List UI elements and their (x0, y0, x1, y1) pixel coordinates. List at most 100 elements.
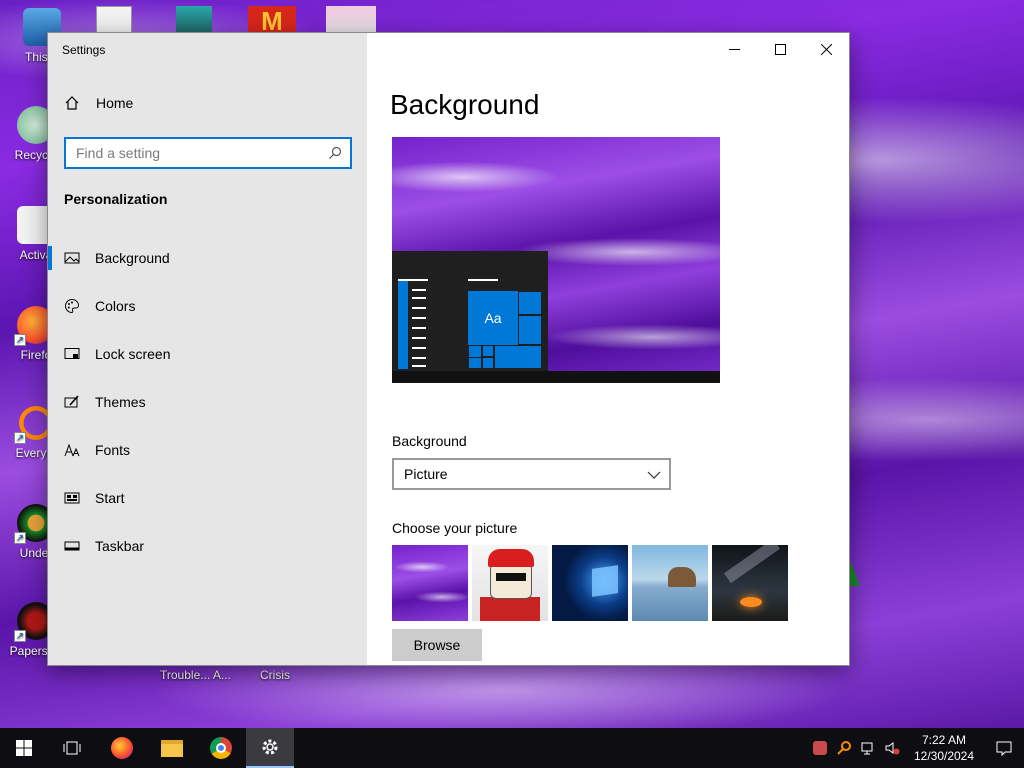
preview-line (412, 327, 426, 329)
sidebar: Settings Home Personalization Background (48, 33, 367, 665)
system-tray: 7:22 AM 12/30/2024 (808, 728, 1024, 768)
sidebar-item-background[interactable]: Background (48, 234, 367, 282)
search-box[interactable] (64, 137, 352, 169)
sidebar-item-colors[interactable]: Colors (48, 282, 367, 330)
home-label: Home (96, 95, 134, 111)
desktop-icon-character[interactable] (176, 6, 212, 36)
sidebar-item-label: Background (95, 250, 170, 266)
sidebar-item-lock-screen[interactable]: Lock screen (48, 330, 367, 378)
thumbnail-detail (668, 567, 696, 587)
preview-tile (468, 357, 482, 369)
sidebar-item-label: Themes (95, 394, 146, 410)
volume-muted-icon[interactable] (880, 728, 904, 768)
preview-rail (398, 281, 408, 369)
taskbar-settings[interactable] (246, 728, 294, 768)
desktop-icon-holiday[interactable] (326, 6, 376, 36)
preview-line (412, 307, 426, 309)
sidebar-item-themes[interactable]: Themes (48, 378, 367, 426)
desktop-label-crisis: Crisis (260, 668, 290, 682)
windows-logo-icon (592, 565, 618, 597)
preview-tile (518, 315, 542, 345)
picture-thumbnail[interactable] (552, 545, 628, 621)
shortcut-arrow-icon: ↗ (14, 432, 26, 444)
preview-line (412, 289, 426, 291)
notification-icon (996, 741, 1012, 756)
thumbnail-detail (740, 597, 762, 607)
page-title: Background (390, 89, 540, 120)
background-type-dropdown[interactable]: Picture (392, 458, 671, 490)
chrome-icon (210, 737, 232, 759)
task-view-button[interactable] (48, 728, 96, 768)
preview-line (412, 347, 426, 349)
network-icon[interactable] (856, 728, 880, 768)
desktop-icon-mcdonalds[interactable]: M (248, 6, 296, 36)
picture-icon (64, 250, 80, 266)
shortcut-arrow-icon: ↗ (14, 334, 26, 346)
tray-app-icon[interactable] (808, 728, 832, 768)
browse-button[interactable]: Browse (392, 629, 482, 661)
home-icon (64, 95, 80, 111)
task-view-icon (63, 741, 81, 755)
background-preview: Aa (392, 137, 720, 383)
shortcut-arrow-icon: ↗ (14, 630, 26, 642)
sidebar-item-taskbar[interactable]: Taskbar (48, 522, 367, 570)
thumbnail-detail (480, 597, 540, 621)
thumbnail-detail (488, 549, 534, 567)
preview-line (412, 317, 426, 319)
home-nav-item[interactable]: Home (64, 95, 133, 111)
preview-start-menu: Aa (392, 251, 548, 371)
taskbar: 7:22 AM 12/30/2024 (0, 728, 1024, 768)
thumbnail-detail (496, 573, 526, 581)
windows-logo-icon (16, 740, 32, 756)
taskbar-clock[interactable]: 7:22 AM 12/30/2024 (904, 732, 984, 764)
preview-tile (482, 345, 494, 357)
settings-window: Settings Home Personalization Background (48, 33, 849, 665)
brush-icon (64, 394, 80, 410)
desktop-label-trouble: Trouble... A... (160, 668, 231, 682)
sidebar-item-label: Start (95, 490, 125, 506)
sidebar-item-label: Taskbar (95, 538, 145, 554)
preview-line (468, 279, 498, 281)
personalization-nav: Background Colors Lock screen Themes Fon… (48, 234, 367, 570)
picture-thumbnail[interactable] (392, 545, 468, 621)
start-button[interactable] (0, 728, 48, 768)
preview-tile (494, 345, 542, 369)
picture-thumbnail[interactable] (712, 545, 788, 621)
tray-search-icon[interactable] (832, 728, 856, 768)
preview-tile-aa: Aa (468, 291, 518, 345)
thumbnail-detail (490, 563, 532, 599)
preview-line (412, 337, 426, 339)
sidebar-item-label: Lock screen (95, 346, 171, 362)
preview-taskbar (392, 371, 720, 383)
clock-date: 12/30/2024 (913, 749, 975, 763)
fonts-icon (64, 442, 80, 458)
preview-line (412, 357, 426, 359)
picture-thumbnail[interactable] (632, 545, 708, 621)
shortcut-arrow-icon: ↗ (14, 532, 26, 544)
palette-icon (64, 298, 80, 314)
section-title: Personalization (64, 191, 168, 207)
sidebar-item-fonts[interactable]: Fonts (48, 426, 367, 474)
desktop-icon-photos[interactable] (96, 6, 132, 36)
background-type-label: Background (392, 433, 467, 449)
search-input[interactable] (66, 139, 316, 167)
notification-center-button[interactable] (984, 728, 1024, 768)
picture-thumbnail[interactable] (472, 545, 548, 621)
firefox-icon (111, 737, 133, 759)
preview-tile (518, 291, 542, 315)
preview-line (412, 297, 426, 299)
lock-screen-icon (64, 346, 80, 362)
dropdown-value: Picture (404, 466, 448, 482)
taskbar-file-explorer[interactable] (148, 728, 196, 768)
sidebar-item-start[interactable]: Start (48, 474, 367, 522)
chevron-down-icon (647, 471, 661, 479)
gear-icon (262, 739, 278, 755)
start-icon (64, 490, 80, 506)
taskbar-chrome[interactable] (197, 728, 245, 768)
thumbnail-detail (723, 545, 781, 584)
window-title: Settings (62, 43, 106, 57)
taskbar-firefox[interactable] (98, 728, 146, 768)
preview-line (398, 279, 428, 281)
preview-tile (482, 357, 494, 369)
preview-line (412, 365, 426, 367)
